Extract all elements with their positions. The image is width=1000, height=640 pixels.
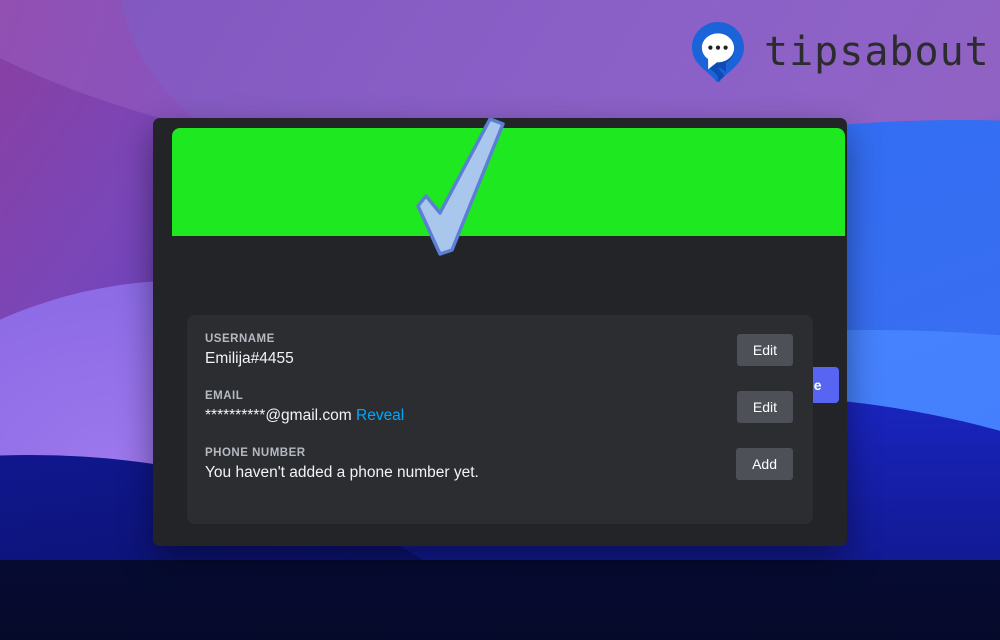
- wallpaper-shape-navy-base: [0, 560, 1000, 640]
- field-row-phone: PHONE NUMBER You haven't added a phone n…: [205, 447, 793, 482]
- chat-pin-logo-icon: [686, 20, 750, 84]
- field-row-username: USERNAME Emilija#4455 Edit: [205, 333, 793, 368]
- brand-name: tipsabout: [764, 29, 990, 75]
- account-info-panel: USERNAME Emilija#4455 Edit EMAIL *******…: [187, 315, 813, 524]
- phone-field-value: You haven't added a phone number yet.: [205, 464, 479, 481]
- email-edit-button[interactable]: Edit: [736, 391, 793, 423]
- discord-user-settings-window: Emilija# Copy ID ID Edit User Profile US…: [153, 118, 847, 546]
- username-field-value: Emilija#4455: [205, 350, 294, 367]
- email-field-value: **********@gmail.com: [205, 407, 352, 424]
- profile-header: Emilija# Copy ID ID Edit User Profile: [153, 236, 847, 419]
- phone-field-label: PHONE NUMBER: [205, 447, 306, 459]
- brand-logo: tipsabout: [686, 20, 990, 84]
- username-field-label: USERNAME: [205, 333, 275, 345]
- email-reveal-link[interactable]: Reveal: [356, 407, 404, 424]
- screenshot-root: tipsabout USERNAME Emilija#4455 Edit EMA…: [0, 0, 1000, 640]
- field-row-email: EMAIL **********@gmail.com Reveal Edit: [205, 390, 793, 425]
- username-edit-button[interactable]: Edit: [736, 334, 793, 366]
- email-field-value-wrap: **********@gmail.com Reveal: [205, 407, 793, 425]
- profile-banner[interactable]: [172, 128, 845, 236]
- phone-add-button[interactable]: Add: [736, 448, 793, 480]
- email-field-label: EMAIL: [205, 390, 244, 402]
